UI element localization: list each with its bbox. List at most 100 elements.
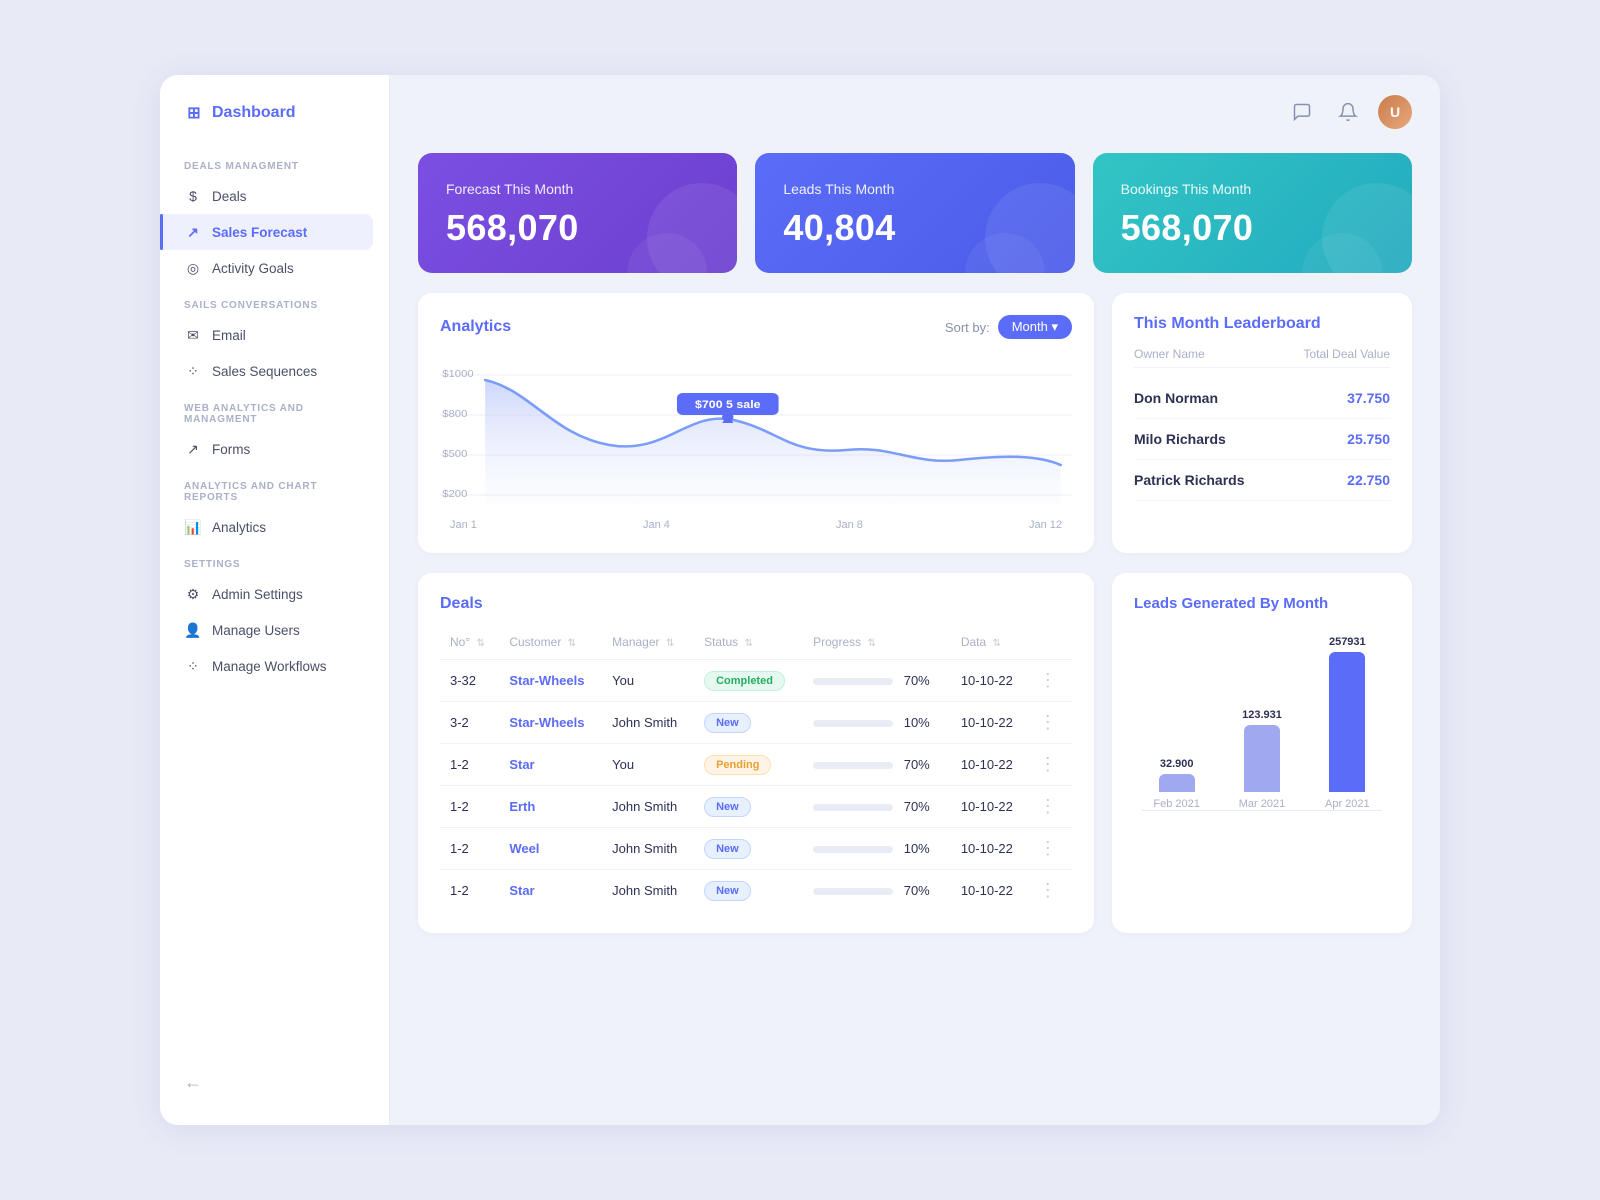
- col-no: No° ⇅: [440, 629, 499, 660]
- deal-customer[interactable]: Weel: [499, 828, 602, 870]
- svg-text:$700 5 sale: $700 5 sale: [695, 399, 761, 411]
- analytics-chart-svg: $1000 $800 $500 $200 $700 5 sale: [440, 355, 1072, 515]
- deal-actions[interactable]: ⋮: [1029, 828, 1072, 870]
- deals-table-row-3: 1-2 Erth John Smith New 70% 10-10-22 ⋮: [440, 786, 1072, 828]
- col-manager: Manager ⇅: [602, 629, 694, 660]
- col-actions: [1029, 629, 1072, 660]
- deals-table-head: No° ⇅ Customer ⇅ Manager ⇅ Status ⇅ Prog…: [440, 629, 1072, 660]
- analytics-chart: $1000 $800 $500 $200 $700 5 sale: [440, 355, 1072, 515]
- leads-bar-chart: 32.900 Feb 2021 123.931 Mar 2021 257931 …: [1134, 630, 1390, 810]
- sidebar-logo-label: Dashboard: [212, 104, 296, 122]
- sidebar-section-title: DEALS MANAGMENT: [160, 147, 389, 178]
- deal-data: 10-10-22: [951, 870, 1029, 912]
- svg-text:$500: $500: [442, 449, 467, 460]
- deal-manager: John Smith: [602, 786, 694, 828]
- sidebar-item-forms[interactable]: ↗Forms: [160, 431, 373, 467]
- sidebar-item-admin-settings[interactable]: ⚙Admin Settings: [160, 576, 373, 612]
- sidebar-item-icon: ✉: [184, 326, 202, 344]
- bell-icon[interactable]: [1332, 96, 1364, 128]
- sidebar-item-email[interactable]: ✉Email: [160, 317, 373, 353]
- sidebar-logo[interactable]: ⊞ Dashboard: [160, 103, 389, 147]
- sidebar-item-manage-users[interactable]: 👤 Manage Users: [160, 612, 373, 648]
- leaderboard-owner: Patrick Richards: [1134, 472, 1245, 488]
- deal-actions[interactable]: ⋮: [1029, 744, 1072, 786]
- sidebar-item-label: Activity Goals: [212, 261, 294, 276]
- chart-label-jan4: Jan 4: [643, 519, 670, 531]
- deal-status: New: [694, 702, 803, 744]
- deal-status: New: [694, 828, 803, 870]
- deal-actions[interactable]: ⋮: [1029, 870, 1072, 912]
- sidebar-item-label: Sales Forecast: [212, 225, 307, 240]
- deal-progress: 10%: [803, 702, 951, 744]
- leaderboard-deal-value: 22.750: [1347, 472, 1390, 488]
- sidebar-item-label: Manage Users: [212, 623, 300, 638]
- deal-no: 1-2: [440, 828, 499, 870]
- deal-actions[interactable]: ⋮: [1029, 702, 1072, 744]
- topbar: U: [418, 95, 1412, 133]
- leaderboard-card: This Month Leaderboard Owner Name Total …: [1112, 293, 1412, 553]
- sidebar-item-activity-goals[interactable]: ◎Activity Goals: [160, 250, 373, 286]
- deal-no: 3-32: [440, 660, 499, 702]
- leaderboard-title: This Month Leaderboard: [1134, 315, 1390, 333]
- leaderboard-col-owner: Owner Name: [1134, 347, 1205, 361]
- sidebar-item-icon: $: [184, 187, 202, 205]
- sidebar-item-label: Analytics: [212, 520, 266, 535]
- deals-title: Deals: [440, 595, 1072, 613]
- bar-value-label: 123.931: [1242, 709, 1282, 721]
- leads-chart-card: Leads Generated By Month 32.900 Feb 2021…: [1112, 573, 1412, 933]
- deal-no: 1-2: [440, 744, 499, 786]
- deal-no: 1-2: [440, 870, 499, 912]
- sidebar-item-label: Forms: [212, 442, 250, 457]
- sidebar-item-icon: ⚙: [184, 585, 202, 603]
- sidebar-item-manage-workflows[interactable]: ⁘Manage Workflows: [160, 648, 373, 684]
- bar-rect: [1244, 725, 1280, 792]
- deal-progress: 70%: [803, 786, 951, 828]
- sidebar-item-label: Manage Workflows: [212, 659, 327, 674]
- deal-customer[interactable]: Erth: [499, 786, 602, 828]
- deal-actions[interactable]: ⋮: [1029, 660, 1072, 702]
- chat-icon[interactable]: [1286, 96, 1318, 128]
- deal-data: 10-10-22: [951, 828, 1029, 870]
- deal-customer[interactable]: Star: [499, 744, 602, 786]
- sidebar-item-deals[interactable]: $Deals: [160, 178, 373, 214]
- bar-group-1: 123.931 Mar 2021: [1227, 709, 1296, 810]
- deal-manager: John Smith: [602, 702, 694, 744]
- active-indicator: [160, 214, 163, 250]
- bar-rect: [1159, 774, 1195, 792]
- back-button[interactable]: ←: [184, 1072, 202, 1092]
- deals-table-row-2: 1-2 Star You Pending 70% 10-10-22 ⋮: [440, 744, 1072, 786]
- leaderboard-deal-value: 37.750: [1347, 390, 1390, 406]
- leaderboard-row-2: Patrick Richards 22.750: [1134, 460, 1390, 501]
- sidebar-item-analytics[interactable]: 📊Analytics: [160, 509, 373, 545]
- analytics-title: Analytics: [440, 318, 511, 336]
- deal-actions[interactable]: ⋮: [1029, 786, 1072, 828]
- deal-customer[interactable]: Star-Wheels: [499, 660, 602, 702]
- bar-group-0: 32.900 Feb 2021: [1142, 758, 1211, 810]
- sort-month-button[interactable]: Month ▾: [998, 315, 1072, 339]
- sidebar-section-title: SETTINGS: [160, 545, 389, 576]
- sidebar-item-sales-forecast[interactable]: ↗Sales Forecast: [160, 214, 373, 250]
- deal-manager: You: [602, 660, 694, 702]
- deal-customer[interactable]: Star-Wheels: [499, 702, 602, 744]
- leaderboard-owner: Milo Richards: [1134, 431, 1226, 447]
- sidebar-item-icon: 👤: [184, 621, 202, 639]
- bar-month-label: Mar 2021: [1239, 798, 1285, 810]
- leaderboard-rows: Don Norman 37.750 Milo Richards 25.750 P…: [1134, 378, 1390, 501]
- deal-status: New: [694, 870, 803, 912]
- avatar[interactable]: U: [1378, 95, 1412, 129]
- sidebar-item-sales-sequences[interactable]: ⁘Sales Sequences: [160, 353, 373, 389]
- col-status: Status ⇅: [694, 629, 803, 660]
- deal-status: Completed: [694, 660, 803, 702]
- sidebar-section-title: SAILS CONVERSATIONS: [160, 286, 389, 317]
- sidebar-item-icon: ⁘: [184, 362, 202, 380]
- chart-label-jan8: Jan 8: [836, 519, 863, 531]
- deals-table: No° ⇅ Customer ⇅ Manager ⇅ Status ⇅ Prog…: [440, 629, 1072, 911]
- metric-card-0: Forecast This Month 568,070: [418, 153, 737, 273]
- analytics-card: Analytics Sort by: Month ▾: [418, 293, 1094, 553]
- bar-month-label: Feb 2021: [1153, 798, 1199, 810]
- deal-customer[interactable]: Star: [499, 870, 602, 912]
- deal-progress: 70%: [803, 660, 951, 702]
- deals-table-row-4: 1-2 Weel John Smith New 10% 10-10-22 ⋮: [440, 828, 1072, 870]
- deals-table-row-0: 3-32 Star-Wheels You Completed 70% 10-10…: [440, 660, 1072, 702]
- metric-card-1: Leads This Month 40,804: [755, 153, 1074, 273]
